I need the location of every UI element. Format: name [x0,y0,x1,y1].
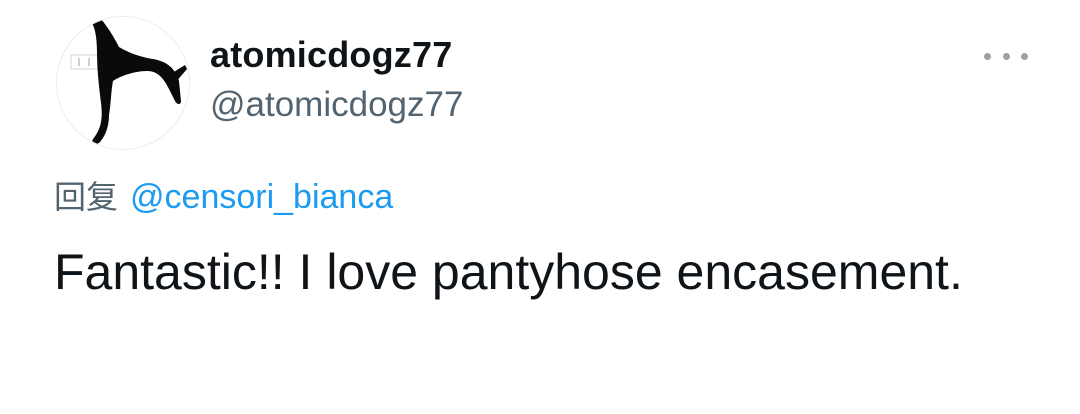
author-display-name[interactable]: atomicdogz77 [210,34,452,76]
more-horizontal-icon [984,52,991,60]
more-horizontal-icon [1021,52,1028,60]
reply-context: 回复 @censori_bianca [54,172,393,218]
author-handle[interactable]: @atomicdogz77 [210,85,463,125]
more-options-button[interactable] [984,46,1028,66]
reply-mention-link[interactable]: @censori_bianca [130,178,393,217]
more-horizontal-icon [1002,52,1010,60]
boot-silhouette-icon [70,17,187,144]
tweet-card: atomicdogz77 @atomicdogz77 回复 @censori_b… [0,0,1080,414]
avatar[interactable] [56,16,190,150]
tweet-text: Fantastic!! I love pantyhose encasement. [54,244,963,300]
reply-prefix: 回复 [54,178,119,216]
